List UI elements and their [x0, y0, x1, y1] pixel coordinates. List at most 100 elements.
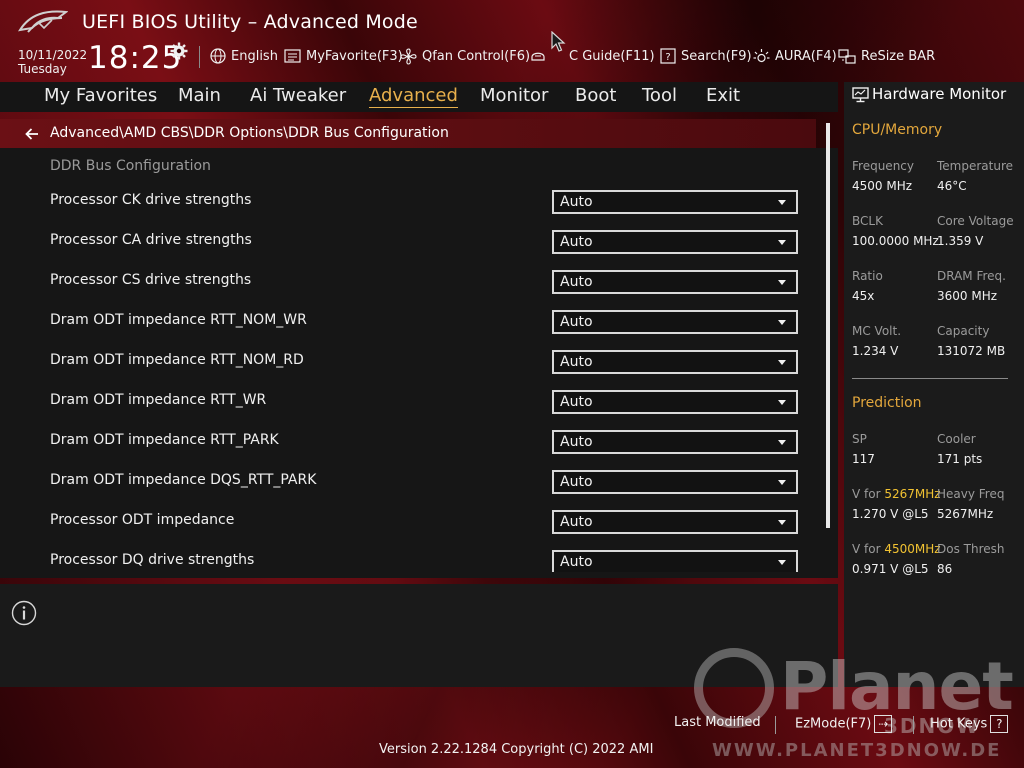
dropdown-value: Auto [560, 274, 593, 290]
language-button[interactable]: English [210, 46, 278, 66]
svg-text:?: ? [665, 52, 670, 63]
heavy-freq-value: 5267MHz [937, 507, 994, 521]
ratio-value: 45x [852, 289, 875, 303]
setting-label: Processor ODT impedance [50, 512, 235, 528]
setting-dropdown[interactable]: Auto [552, 470, 798, 494]
aura-icon [753, 49, 770, 63]
version-text: Version 2.22.1284 Copyright (C) 2022 AMI [379, 742, 654, 757]
setting-label: Dram ODT impedance DQS_RTT_PARK [50, 472, 317, 488]
chevron-down-icon [778, 200, 786, 205]
language-label: English [231, 48, 278, 64]
dram-freq-value: 3600 MHz [937, 289, 998, 303]
footer-divider [913, 716, 914, 734]
tab-tool[interactable]: Tool [642, 85, 677, 106]
globe-icon [210, 48, 226, 64]
qfan-control-button[interactable]: Qfan Control(F6) [400, 46, 530, 66]
setting-dropdown[interactable]: Auto [552, 230, 798, 254]
hardware-monitor-title: Hardware Monitor [872, 85, 1007, 103]
dos-thresh-label: Dos Thresh [937, 542, 1005, 556]
chevron-down-icon [778, 560, 786, 565]
last-modified-button[interactable]: Last Modified [674, 715, 761, 730]
tab-boot[interactable]: Boot [575, 85, 616, 106]
sp-value: 117 [852, 452, 875, 466]
myfavorite-button[interactable]: MyFavorite(F3) [284, 46, 403, 66]
ratio-label: Ratio [852, 269, 883, 283]
search-icon: ? [660, 48, 676, 64]
tab-monitor[interactable]: Monitor [480, 85, 548, 106]
oc-guide-icon [531, 52, 545, 61]
setting-label: Processor CS drive strengths [50, 272, 252, 288]
search-button[interactable]: ? Search(F9) [660, 46, 752, 66]
mc-volt-label: MC Volt. [852, 324, 902, 338]
watermark-url: WWW.PLANET3DNOW.DE [712, 740, 1002, 761]
monitor-icon [852, 87, 869, 103]
setting-dropdown[interactable]: Auto [552, 270, 798, 294]
setting-label: Dram ODT impedance RTT_PARK [50, 432, 279, 448]
dropdown-value: Auto [560, 394, 593, 410]
date: 10/11/2022 [18, 48, 88, 62]
back-arrow-icon[interactable] [24, 126, 40, 142]
setting-dropdown[interactable]: Auto [552, 310, 798, 334]
aura-button[interactable]: AURA(F4) [753, 46, 837, 66]
chevron-down-icon [778, 520, 786, 525]
header: UEFI BIOS Utility – Advanced Mode 10/11/… [0, 0, 1024, 82]
ezmode-button[interactable]: EzMode(F7) ⇢ [795, 715, 893, 733]
tab-ai-tweaker[interactable]: Ai Tweaker [250, 85, 346, 106]
oc-guide-button[interactable]: C Guide(F11) [530, 46, 655, 66]
setting-dropdown[interactable]: Auto [552, 550, 798, 572]
chevron-down-icon [778, 440, 786, 445]
breadcrumb: Advanced\AMD CBS\DDR Options\DDR Bus Con… [50, 125, 449, 141]
dropdown-value: Auto [560, 354, 593, 370]
capacity-label: Capacity [937, 324, 990, 338]
watermark: Planet 3DNOW WWW.PLANET3DNOW.DE [694, 644, 1014, 764]
tab-my-favorites[interactable]: My Favorites [44, 85, 157, 106]
setting-dropdown[interactable]: Auto [552, 510, 798, 534]
scrollbar[interactable] [826, 123, 830, 528]
setting-dropdown[interactable]: Auto [552, 430, 798, 454]
bclk-label: BCLK [852, 214, 883, 228]
hotkeys-button[interactable]: Hot Keys? [930, 715, 1009, 733]
rog-logo-icon [18, 10, 68, 33]
main-tab-bar: My Favorites Main Ai Tweaker Advanced Mo… [0, 82, 838, 112]
favorite-icon [284, 49, 301, 63]
setting-label: Processor CA drive strengths [50, 232, 252, 248]
myfavorite-label: MyFavorite(F3) [306, 48, 403, 64]
tab-exit[interactable]: Exit [706, 85, 740, 106]
setting-dropdown[interactable]: Auto [552, 190, 798, 214]
setting-dropdown[interactable]: Auto [552, 390, 798, 414]
dropdown-value: Auto [560, 514, 593, 530]
capacity-value: 131072 MB [937, 344, 1006, 358]
tab-advanced[interactable]: Advanced [369, 85, 458, 108]
v-for-freq2-value: 0.971 V @L5 [852, 562, 929, 576]
breadcrumb-bar: Advanced\AMD CBS\DDR Options\DDR Bus Con… [0, 119, 816, 148]
chevron-down-icon [778, 280, 786, 285]
resize-bar-button[interactable]: ReSize BAR [838, 46, 935, 66]
qfan-control-label: Qfan Control(F6) [422, 48, 531, 64]
mc-volt-value: 1.234 V [852, 344, 899, 358]
setting-dropdown[interactable]: Auto [552, 350, 798, 374]
temperature-label: Temperature [937, 159, 1014, 173]
cooler-label: Cooler [937, 432, 976, 446]
cooler-value: 171 pts [937, 452, 983, 466]
setting-label: Processor CK drive strengths [50, 192, 252, 208]
resize-bar-icon [838, 49, 856, 64]
setting-label: Dram ODT impedance RTT_WR [50, 392, 267, 408]
chevron-down-icon [778, 240, 786, 245]
dram-freq-label: DRAM Freq. [937, 269, 1006, 283]
tab-main[interactable]: Main [178, 85, 221, 106]
dropdown-value: Auto [560, 194, 593, 210]
sp-label: SP [852, 432, 867, 446]
hwm-divider [852, 378, 1008, 379]
info-icon [11, 600, 37, 626]
temperature-value: 46°C [937, 179, 967, 193]
core-voltage-label: Core Voltage [937, 214, 1014, 228]
header-divider [199, 46, 200, 68]
dropdown-value: Auto [560, 314, 593, 330]
aura-label: AURA(F4) [775, 48, 837, 64]
ezmode-label: EzMode(F7) [795, 716, 872, 732]
hotkeys-label: Hot Keys [930, 716, 988, 732]
gear-icon[interactable] [170, 42, 188, 60]
day-of-week: Tuesday [18, 62, 67, 76]
chevron-down-icon [778, 400, 786, 405]
exit-to-ezmode-icon: ⇢ [874, 715, 893, 733]
